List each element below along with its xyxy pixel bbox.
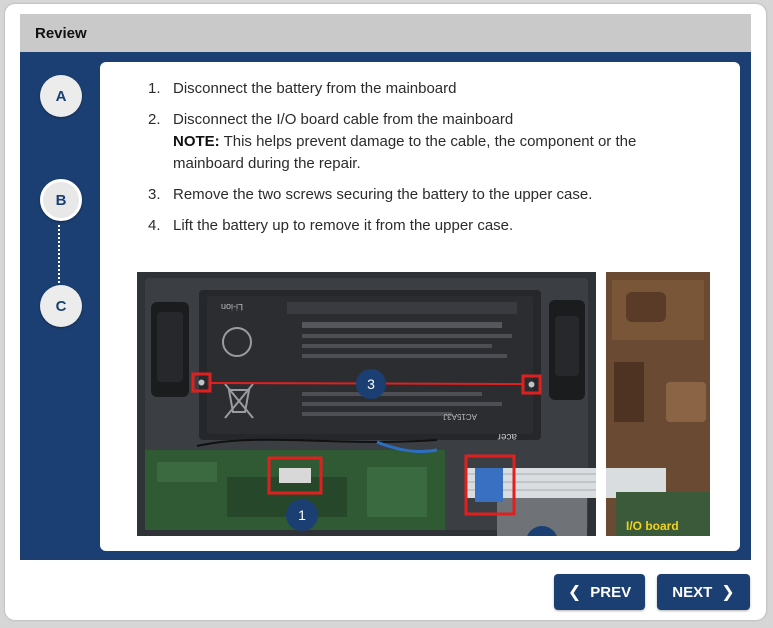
io-board-photo: I/O board <box>606 272 710 536</box>
step-b-button[interactable]: B <box>40 179 82 221</box>
instruction-item: 2. Disconnect the I/O board cable from t… <box>148 109 708 175</box>
step-c-button[interactable]: C <box>40 285 82 327</box>
step-connector <box>58 225 60 283</box>
instruction-list: 1. Disconnect the battery from the mainb… <box>148 78 708 246</box>
io-board-label: I/O board <box>626 519 679 533</box>
callout-3: 3 <box>367 376 375 392</box>
prev-button[interactable]: ❮ PREV <box>554 574 645 610</box>
content-card: 1. Disconnect the battery from the mainb… <box>100 62 740 551</box>
chevron-right-icon: ❯ <box>721 584 735 601</box>
review-panel: Review A B C 1. Disconnect the battery f… <box>5 4 766 620</box>
note-label: NOTE: <box>173 133 220 150</box>
instruction-item: 4. Lift the battery up to remove it from… <box>148 215 708 237</box>
battery-model-text: AC15A3J <box>443 412 477 421</box>
laptop-battery-photo: Li-ion acer AC15A3J 3 1 <box>137 272 596 536</box>
instruction-text: Disconnect the I/O board cable from the … <box>173 111 637 172</box>
instruction-text: Remove the two screws securing the batte… <box>173 186 593 203</box>
step-a-label: A <box>55 87 67 105</box>
next-label: NEXT <box>672 583 713 601</box>
step-c-label: C <box>55 297 67 315</box>
chevron-left-icon: ❮ <box>567 584 582 601</box>
battery-chem-text: Li-ion <box>221 302 243 312</box>
header-title: Review <box>35 25 87 42</box>
instruction-text: Disconnect the battery from the mainboar… <box>173 80 457 97</box>
step-b-label: B <box>55 191 67 209</box>
instruction-item: 1. Disconnect the battery from the mainb… <box>148 78 708 100</box>
instruction-text: Lift the battery up to remove it from th… <box>173 217 514 234</box>
battery-brand-text: acer <box>497 431 517 442</box>
step-a-button[interactable]: A <box>40 75 82 117</box>
next-button[interactable]: NEXT ❯ <box>657 574 750 610</box>
main-area: A B C 1. Disconnect the battery from the… <box>20 52 751 560</box>
prev-label: PREV <box>590 583 632 601</box>
callout-1: 1 <box>298 507 306 523</box>
instruction-item: 3. Remove the two screws securing the ba… <box>148 184 708 206</box>
review-header: Review <box>20 14 751 52</box>
note-text: This helps prevent damage to the cable, … <box>173 133 637 172</box>
